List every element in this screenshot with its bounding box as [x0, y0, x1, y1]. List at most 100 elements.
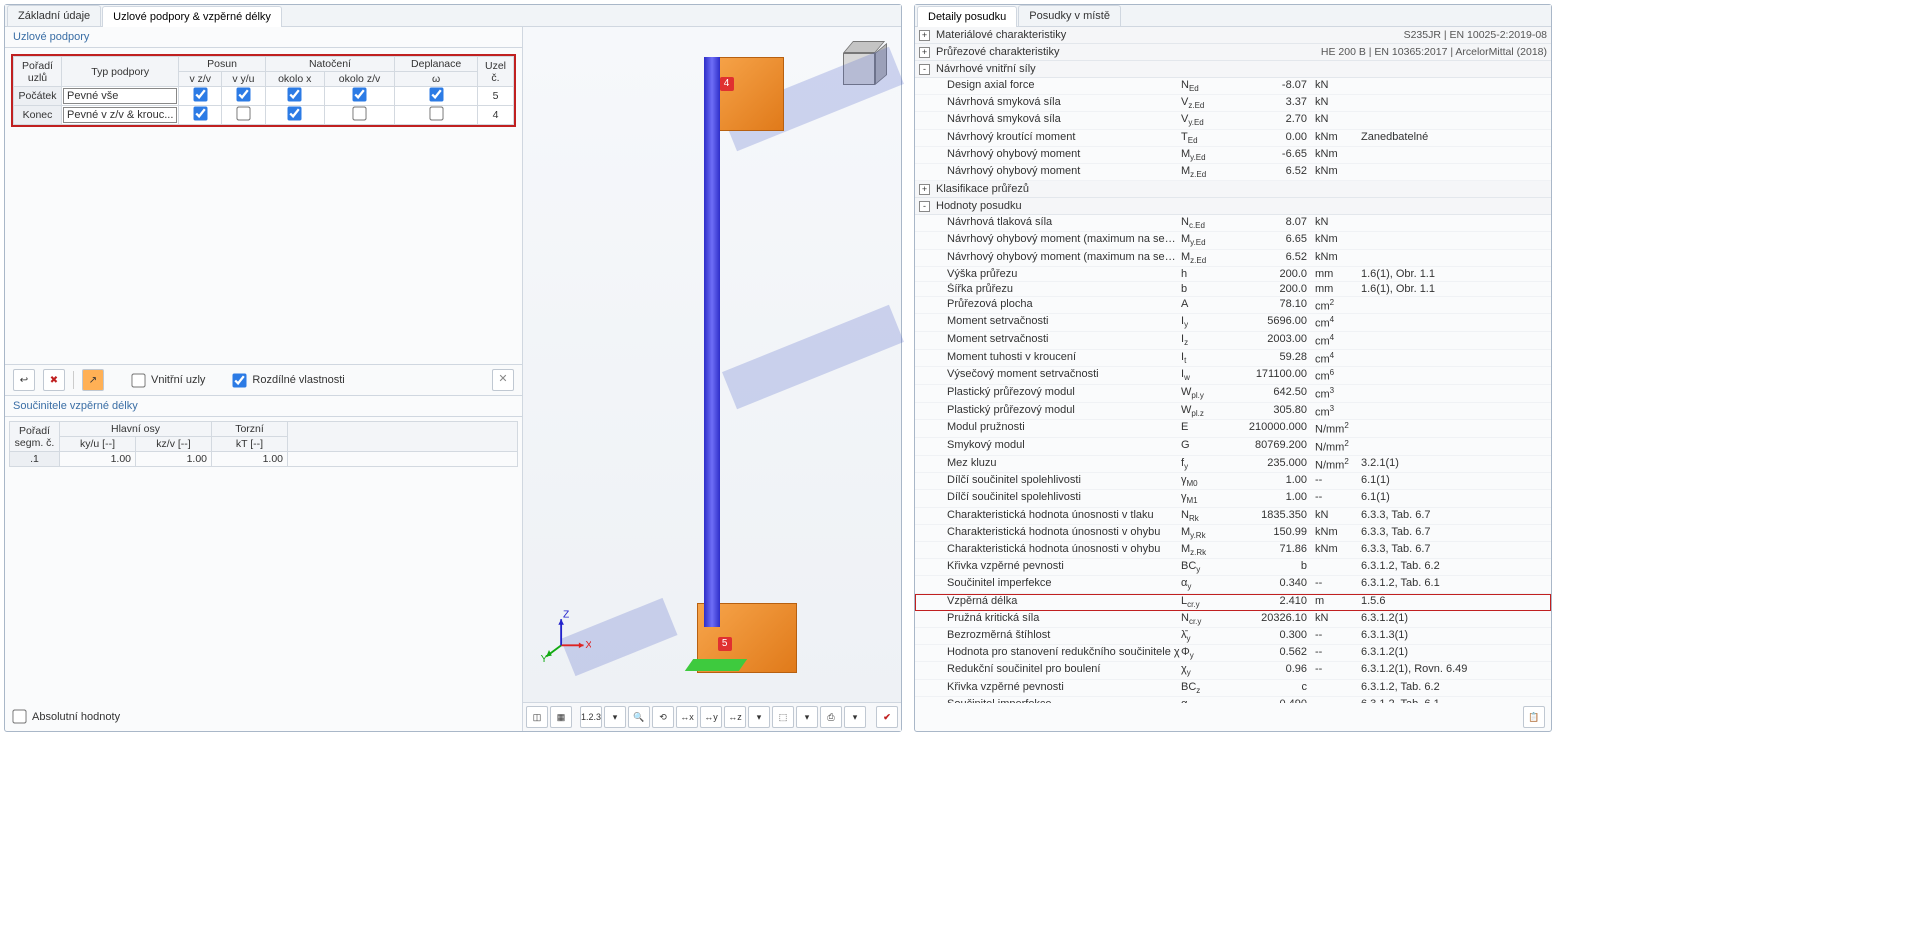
copy-btn[interactable]: 📋	[1523, 706, 1545, 728]
chk-0[interactable]	[193, 106, 207, 120]
data-row: Plastický průřezový modulWpl.z305.80cm3	[915, 403, 1551, 421]
coef-kzv[interactable]: 1.00	[136, 452, 212, 467]
coef-seg: .1	[10, 452, 60, 467]
lbl-rozdilne-vlastnosti: Rozdílné vlastnosti	[252, 374, 344, 386]
data-row: Průřezová plochaA78.10cm2	[915, 297, 1551, 315]
vb-8[interactable]: ↔y	[700, 706, 722, 728]
vb-6[interactable]: ⟲	[652, 706, 674, 728]
tab-posudky-miste[interactable]: Posudky v místě	[1018, 5, 1121, 26]
vb-4[interactable]: ▾	[604, 706, 626, 728]
typ-podpory-dropdown[interactable]: Pevné v z/v & krouc...	[62, 106, 179, 125]
vb-12[interactable]: ▾	[796, 706, 818, 728]
chk-2[interactable]	[288, 106, 302, 120]
node-4: 4	[720, 77, 734, 91]
tool-delete[interactable]: ✖	[43, 369, 65, 391]
chk-vnitrni-uzly[interactable]	[131, 373, 145, 387]
coef-table[interactable]: Pořadí segm. č. Hlavní osy Torzní ky/u […	[9, 421, 518, 467]
tab-uzlove[interactable]: Uzlové podpory & vzpěrné délky	[102, 6, 282, 27]
node-5: 5	[718, 637, 732, 651]
uzlove-table-highlight: Pořadí uzlů Typ podpory Posun Natočení D…	[11, 54, 516, 127]
typ-podpory-dropdown[interactable]: Pevné vše	[62, 87, 179, 106]
vb-ok[interactable]: ✔	[876, 706, 898, 728]
lbl-absolutni: Absolutní hodnoty	[32, 711, 120, 723]
data-row: Křivka vzpěrné pevnostiBCyb6.3.1.2, Tab.…	[915, 559, 1551, 576]
tool-arrow-left[interactable]: ↩	[13, 369, 35, 391]
data-row: Dílčí součinitel spolehlivostiγM11.00--6…	[915, 490, 1551, 507]
vb-10[interactable]: ▾	[748, 706, 770, 728]
results-tree[interactable]: +Materiálové charakteristikyS235JR | EN …	[915, 27, 1551, 703]
chk-4[interactable]	[429, 87, 443, 101]
data-row: Návrhová smyková sílaVz.Ed3.37kN	[915, 95, 1551, 112]
axis-gizmo: X Y Z	[535, 608, 591, 664]
data-row: Návrhový ohybový momentMy.Ed-6.65kNm	[915, 147, 1551, 164]
chk-0[interactable]	[193, 87, 207, 101]
data-row: Moment tuhosti v krouceníIt59.28cm4	[915, 350, 1551, 368]
tab-zakladni[interactable]: Základní údaje	[7, 5, 101, 26]
data-row: Charakteristická hodnota únosnosti v tla…	[915, 508, 1551, 525]
chk-3[interactable]	[352, 106, 366, 120]
chk-rozdilne-vlastnosti[interactable]	[233, 373, 247, 387]
vb-14[interactable]: ▾	[844, 706, 866, 728]
svg-text:Z: Z	[563, 609, 569, 620]
vb-5[interactable]: 🔍	[628, 706, 650, 728]
group-Průřezové charakteristiky[interactable]: +Průřezové charakteristikyHE 200 B | EN …	[915, 44, 1551, 61]
tab-detaily[interactable]: Detaily posudku	[917, 6, 1017, 27]
data-row: Redukční součinitel pro bouleníχy0.96--6…	[915, 662, 1551, 679]
view-toolbar: ◫ ▦ 1.2.3 ▾ 🔍 ⟲ ↔x ↔y ↔z ▾ ⬚ ▾ ⎙ ▾ ✔	[523, 702, 901, 731]
section-coef: Součinitele vzpěrné délky	[5, 396, 522, 417]
data-row: Mez kluzufy235.000N/mm23.2.1(1)	[915, 456, 1551, 474]
coef-kyu[interactable]: 1.00	[60, 452, 136, 467]
vb-7[interactable]: ↔x	[676, 706, 698, 728]
data-row: Plastický průřezový modulWpl.y642.50cm3	[915, 385, 1551, 403]
group-Materiálové charakteristiky[interactable]: +Materiálové charakteristikyS235JR | EN …	[915, 27, 1551, 44]
data-row: Charakteristická hodnota únosnosti v ohy…	[915, 525, 1551, 542]
column-3d	[704, 57, 720, 627]
chk-3[interactable]	[352, 87, 366, 101]
data-row: Návrhový ohybový moment (maximum na segm…	[915, 232, 1551, 249]
viewport-3d[interactable]: 4 5 X Y Z	[523, 27, 901, 702]
data-row: Součinitel imperfekceαy0.340--6.3.1.2, T…	[915, 576, 1551, 593]
data-row: Výška průřezuh200.0mm1.6(1), Obr. 1.1	[915, 267, 1551, 282]
data-row: Vzpěrná délkaLcr.y2.410m1.5.6	[915, 594, 1551, 611]
data-row: Bezrozměrná štíhlostλ̄y0.300--6.3.1.3(1)	[915, 628, 1551, 645]
vb-1[interactable]: ◫	[526, 706, 548, 728]
section-uzlove-podpory: Uzlové podpory	[5, 27, 522, 48]
data-row: Modul pružnostiE210000.000N/mm2	[915, 420, 1551, 438]
group-Návrhové vnitřní síly[interactable]: -Návrhové vnitřní síly	[915, 61, 1551, 78]
coef-kt[interactable]: 1.00	[212, 452, 288, 467]
group-Hodnoty posudku[interactable]: -Hodnoty posudku	[915, 198, 1551, 215]
vb-2[interactable]: ▦	[550, 706, 572, 728]
group-Klasifikace průřezů[interactable]: +Klasifikace průřezů	[915, 181, 1551, 198]
chk-2[interactable]	[288, 87, 302, 101]
chk-1[interactable]	[236, 87, 250, 101]
data-row: Šířka průřezub200.0mm1.6(1), Obr. 1.1	[915, 282, 1551, 297]
data-row: Výsečový moment setrvačnostiIw171100.00c…	[915, 367, 1551, 385]
data-row: Smykový modulG80769.200N/mm2	[915, 438, 1551, 456]
vb-9[interactable]: ↔z	[724, 706, 746, 728]
data-row: Hodnota pro stanovení redukčního součini…	[915, 645, 1551, 662]
lbl-vnitrni-uzly: Vnitřní uzly	[151, 374, 205, 386]
uzlove-table[interactable]: Pořadí uzlů Typ podpory Posun Natočení D…	[13, 56, 514, 125]
data-row: Moment setrvačnostiIy5696.00cm4	[915, 314, 1551, 332]
data-row: Křivka vzpěrné pevnostiBCzc6.3.1.2, Tab.…	[915, 680, 1551, 697]
data-row: Moment setrvačnostiIz2003.00cm4	[915, 332, 1551, 350]
vb-13[interactable]: ⎙	[820, 706, 842, 728]
data-row: Návrhový kroutící momentTEd0.00kNmZanedb…	[915, 130, 1551, 147]
tool-select-node[interactable]: ↗	[82, 369, 104, 391]
data-row: Design axial forceNEd-8.07kN	[915, 78, 1551, 95]
data-row: Návrhový ohybový momentMz.Ed6.52kNm	[915, 164, 1551, 181]
vb-3[interactable]: 1.2.3	[580, 706, 602, 728]
vb-11[interactable]: ⬚	[772, 706, 794, 728]
chk-1[interactable]	[236, 106, 250, 120]
svg-text:Y: Y	[541, 654, 548, 664]
data-row: Dílčí součinitel spolehlivostiγM01.00--6…	[915, 473, 1551, 490]
chk-absolutni[interactable]	[12, 709, 26, 723]
close-btn[interactable]: ✕	[492, 369, 514, 391]
svg-text:X: X	[585, 640, 591, 651]
data-row: Pružná kritická sílaNcr.y20326.10kN6.3.1…	[915, 611, 1551, 628]
data-row: Charakteristická hodnota únosnosti v ohy…	[915, 542, 1551, 559]
data-row: Návrhová tlaková sílaNc.Ed8.07kN	[915, 215, 1551, 232]
data-row: Návrhová smyková sílaVy.Ed2.70kN	[915, 112, 1551, 129]
data-row: Návrhový ohybový moment (maximum na segm…	[915, 250, 1551, 267]
chk-4[interactable]	[429, 106, 443, 120]
